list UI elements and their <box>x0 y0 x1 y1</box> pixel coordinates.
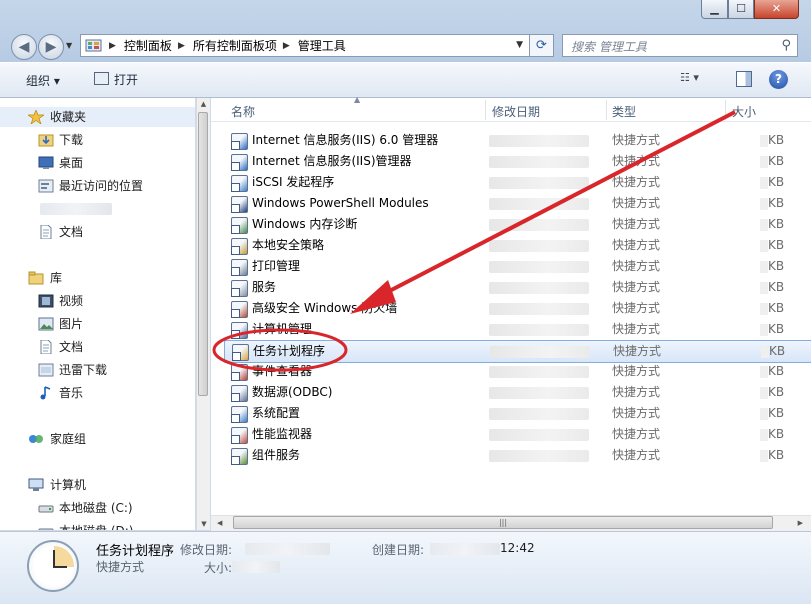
details-name: 任务计划程序 <box>96 544 175 559</box>
annotation-overlay <box>212 110 736 372</box>
details-created-label: 创建日期: <box>372 543 425 557</box>
details-modified-label: 修改日期: <box>180 543 233 557</box>
arrow-line <box>371 110 736 302</box>
details-created-time: 12:42 <box>500 541 535 555</box>
details-size-label: 大小: <box>204 561 233 575</box>
arrow-head <box>350 280 396 314</box>
blurred-size <box>232 561 280 573</box>
highlight-circle <box>212 328 348 372</box>
blurred-created-date <box>430 543 500 555</box>
blurred-modified-date <box>245 543 330 555</box>
details-kind: 快捷方式 <box>96 560 145 574</box>
task-scheduler-icon <box>27 540 79 592</box>
